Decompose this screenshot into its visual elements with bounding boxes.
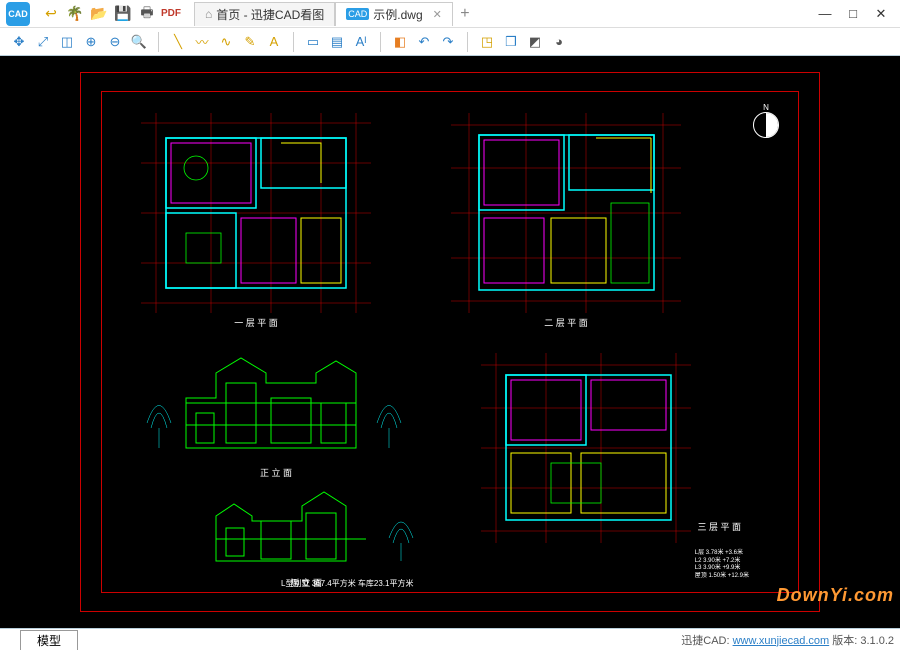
plan-label: 二 层 平 面 — [451, 316, 681, 329]
zoom-out-icon[interactable]: ⊖ — [106, 33, 124, 51]
polyline-icon[interactable]: 〰 — [193, 33, 211, 51]
pan-icon[interactable]: ✥ — [10, 33, 28, 51]
zoom-extent-icon[interactable]: ⤢ — [34, 33, 52, 51]
text-style-icon[interactable]: Aᴵ — [352, 33, 370, 51]
text-tool-icon[interactable]: A — [265, 33, 283, 51]
tool-group-draw: ╲ 〰 ∿ ✎ A — [165, 33, 287, 51]
print-icon[interactable]: 🖶 — [138, 5, 156, 23]
side-elevation: 侧 立 面 — [191, 473, 421, 573]
status-text: 迅捷CAD: www.xunjiecad.com 版本: 3.1.0.2 — [681, 632, 900, 648]
edit-icon[interactable]: ✎ — [241, 33, 259, 51]
table-row: 屋顶 1.50米 +12.9米 — [695, 573, 749, 581]
tab-home[interactable]: ⌂ 首页 - 迅捷CAD看图 — [194, 2, 335, 26]
separator — [380, 32, 381, 52]
separator — [293, 32, 294, 52]
eraser-icon[interactable]: ◧ — [391, 33, 409, 51]
tab-label: 示例.dwg — [373, 6, 422, 23]
table-row: L层 3.78米 +3.6米 — [695, 550, 749, 558]
tool-group-view: ✥ ⤢ ◫ ⊕ ⊖ 🔍 — [6, 33, 152, 51]
data-table: L层 3.78米 +3.6米 L2 3.90米 +7.2米 L3 3.90米 +… — [695, 550, 749, 581]
zoom-in-icon[interactable]: ⊕ — [82, 33, 100, 51]
tab-label: 首页 - 迅捷CAD看图 — [216, 6, 324, 23]
separator — [467, 32, 468, 52]
tool-group-layer: ▭ ▤ Aᴵ — [300, 33, 374, 51]
palette-icon[interactable]: ◕ — [550, 33, 568, 51]
history-icon[interactable]: ↩ — [42, 5, 60, 23]
status-prefix: 迅捷CAD: — [681, 635, 732, 647]
compass-icon: N — [753, 103, 779, 138]
tab-strip: ⌂ 首页 - 迅捷CAD看图 CAD 示例.dwg ✕ + — [194, 0, 806, 27]
box3d-icon[interactable]: ◳ — [478, 33, 496, 51]
watermark: DownYi.com — [777, 585, 894, 606]
window-controls: — □ ✕ — [806, 6, 900, 22]
zoom-realtime-icon[interactable]: 🔍 — [130, 33, 148, 51]
third-floor-plan: 三 层 平 面 — [481, 353, 691, 543]
line-icon[interactable]: ╲ — [169, 33, 187, 51]
drawing-canvas[interactable]: N — [0, 56, 900, 628]
color-cube-icon[interactable]: ◩ — [526, 33, 544, 51]
drawing-sheet: N — [80, 72, 820, 612]
curve-icon[interactable]: ∿ — [217, 33, 235, 51]
status-link[interactable]: www.xunjiecad.com — [733, 635, 830, 647]
zoom-window-icon[interactable]: ◫ — [58, 33, 76, 51]
cad-file-icon: CAD — [346, 8, 369, 20]
minimize-button[interactable]: — — [818, 6, 832, 22]
new-tab-button[interactable]: + — [453, 5, 477, 23]
save-icon[interactable]: 💾 — [114, 5, 132, 23]
pdf-icon[interactable]: PDF — [162, 5, 180, 23]
status-suffix: 版本: 3.1.0.2 — [829, 635, 894, 647]
layout-tab-model[interactable]: 模型 — [20, 630, 78, 650]
plan-label: 三 层 平 面 — [697, 520, 741, 533]
tool-group-3d: ◳ ❒ ◩ ◕ — [474, 33, 572, 51]
layer-icon[interactable]: ▭ — [304, 33, 322, 51]
close-button[interactable]: ✕ — [874, 6, 888, 22]
layers-panel-icon[interactable]: ▤ — [328, 33, 346, 51]
drawing-note: L型别墅 367.4平方米 车库23.1平方米 — [281, 578, 413, 589]
redo-icon[interactable]: ↷ — [439, 33, 457, 51]
cube-icon[interactable]: ❒ — [502, 33, 520, 51]
tool-group-edit: ◧ ↶ ↷ — [387, 33, 461, 51]
app-icon: CAD — [0, 0, 36, 28]
titlebar: CAD ↩ 🌴 📂 💾 🖶 PDF ⌂ 首页 - 迅捷CAD看图 CAD 示例.… — [0, 0, 900, 28]
quick-access-toolbar: ↩ 🌴 📂 💾 🖶 PDF — [36, 5, 186, 23]
plan-label: 一 层 平 面 — [141, 316, 371, 329]
palm-icon[interactable]: 🌴 — [66, 5, 84, 23]
tab-file[interactable]: CAD 示例.dwg ✕ — [335, 2, 453, 26]
bottom-bar: 模型 迅捷CAD: www.xunjiecad.com 版本: 3.1.0.2 — [0, 628, 900, 650]
maximize-button[interactable]: □ — [846, 6, 860, 22]
home-icon: ⌂ — [205, 7, 212, 21]
first-floor-plan: 一 层 平 面 — [141, 113, 371, 313]
main-toolbar: ✥ ⤢ ◫ ⊕ ⊖ 🔍 ╲ 〰 ∿ ✎ A ▭ ▤ Aᴵ ◧ ↶ ↷ ◳ ❒ ◩… — [0, 28, 900, 56]
undo-icon[interactable]: ↶ — [415, 33, 433, 51]
front-elevation: 正 立 面 — [141, 353, 411, 463]
separator — [158, 32, 159, 52]
open-icon[interactable]: 📂 — [90, 5, 108, 23]
second-floor-plan: 二 层 平 面 — [451, 113, 681, 313]
tab-close-icon[interactable]: ✕ — [433, 8, 442, 21]
